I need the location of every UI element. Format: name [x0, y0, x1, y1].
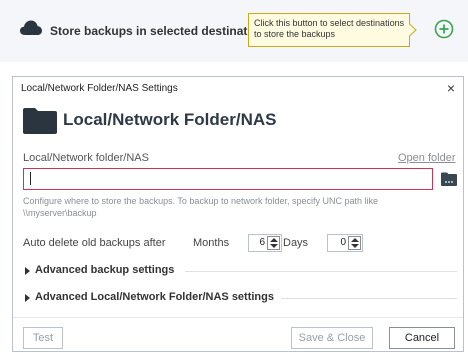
save-close-button[interactable]: Save & Close [291, 327, 373, 349]
days-value: 0 [340, 237, 346, 248]
folder-icon [23, 108, 57, 134]
months-stepper[interactable]: 6 [248, 234, 282, 252]
auto-delete-label: Auto delete old backups after [23, 237, 166, 249]
dialog-heading: Local/Network Folder/NAS [63, 110, 277, 129]
expand-triangle-icon [25, 294, 30, 302]
months-label: Months [193, 237, 230, 249]
spin-up-icon[interactable] [270, 238, 278, 242]
test-button[interactable]: Test [23, 327, 63, 349]
folder-field-label: Local/Network folder/NAS [23, 152, 149, 164]
cancel-button[interactable]: Cancel [389, 327, 455, 349]
days-spin-arrows[interactable] [348, 236, 361, 250]
advanced-nas-settings-expander[interactable]: Advanced Local/Network Folder/NAS settin… [23, 290, 457, 306]
open-folder-link[interactable]: Open folder [398, 152, 455, 164]
folder-path-input[interactable] [23, 168, 433, 190]
backup-destination-bar: Store backups in selected destinations C… [0, 0, 468, 62]
settings-dialog: Local/Network Folder/NAS Settings × Loca… [12, 76, 464, 352]
folder-browse-icon [441, 172, 457, 186]
text-caret [30, 172, 31, 185]
spin-down-icon[interactable] [351, 244, 359, 248]
days-stepper[interactable]: 0 [327, 234, 363, 252]
dialog-titlebar: Local/Network Folder/NAS Settings × [13, 77, 463, 99]
plus-circle-icon [434, 19, 454, 39]
footer-divider [13, 317, 463, 318]
section-divider [281, 298, 457, 299]
advanced-nas-settings-label: Advanced Local/Network Folder/NAS settin… [35, 291, 274, 303]
months-spin-arrows[interactable] [267, 236, 280, 250]
days-label: Days [283, 237, 309, 249]
close-button[interactable]: × [443, 80, 459, 96]
browse-folder-button[interactable] [441, 172, 457, 186]
advanced-backup-settings-expander[interactable]: Advanced backup settings [23, 263, 457, 279]
tooltip: Click this button to select destinations… [248, 13, 419, 47]
destinations-title: Store backups in selected destinations [50, 24, 273, 38]
dialog-title: Local/Network Folder/NAS Settings [21, 83, 178, 94]
tooltip-text: Click this button to select destinations… [254, 18, 405, 39]
months-value: 6 [259, 237, 265, 248]
path-hint: Configure where to store the backups. To… [23, 196, 379, 218]
cloud-icon [20, 20, 42, 35]
advanced-backup-settings-label: Advanced backup settings [35, 264, 175, 276]
expand-triangle-icon [25, 267, 30, 275]
spin-up-icon[interactable] [351, 238, 359, 242]
spin-down-icon[interactable] [270, 244, 278, 248]
section-divider [185, 271, 457, 272]
add-destination-button[interactable] [434, 19, 454, 39]
